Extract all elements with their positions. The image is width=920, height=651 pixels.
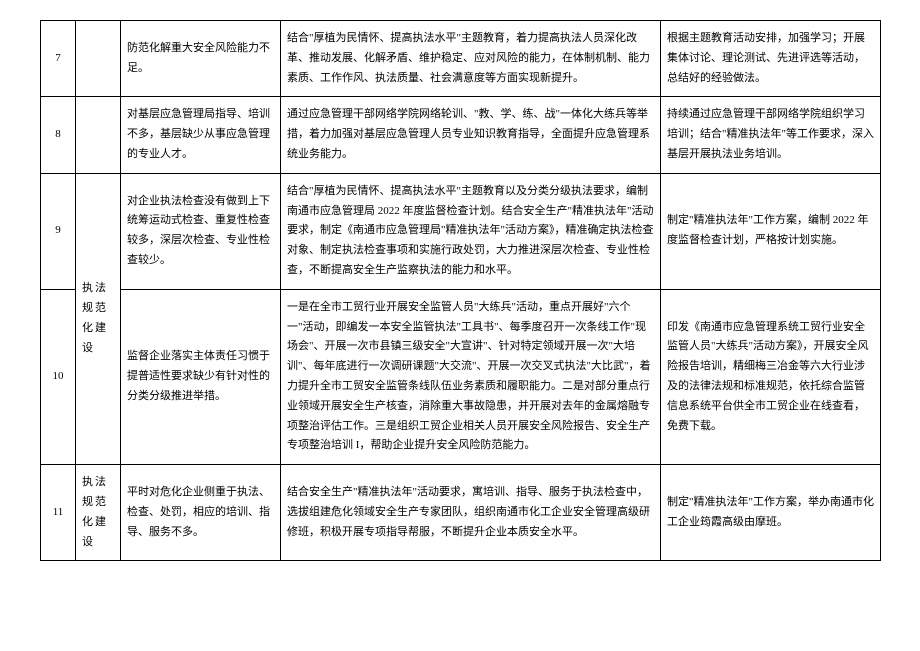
progress-cell: 持续通过应急管理干部网络学院组织学习培训；结合"精准执法年"等工作要求，深入基层… [661, 97, 881, 173]
plan-cell: 一是在全市工贸行业开展安全监管人员"大练兵"活动，重点开展好"六个一"活动，即编… [281, 289, 661, 464]
issue-cell: 监督企业落实主体责任习惯于提普适性要求缺少有针对性的分类分级推进举措。 [121, 289, 281, 464]
row-number: 10 [41, 289, 76, 464]
issue-cell: 平时对危化企业侧重于执法、检查、处罚，相应的培训、指导、服务不多。 [121, 465, 281, 561]
table-row: 10 监督企业落实主体责任习惯于提普适性要求缺少有针对性的分类分级推进举措。一是在… [41, 289, 881, 464]
table-row: 11执法规范化建设平时对危化企业侧重于执法、检查、处罚，相应的培训、指导、服务不… [41, 465, 881, 561]
document-table: 7 防范化解重大安全风险能力不足。结合"厚植为民情怀、提高执法水平"主题教育，着力… [40, 20, 881, 561]
category-cell: 执法规范化建设 [76, 173, 121, 464]
category-cell: 执法规范化建设 [76, 465, 121, 561]
progress-cell: 印发《南通市应急管理系统工贸行业安全监管人员"大练兵"活动方案》，开展安全风险报… [661, 289, 881, 464]
issue-cell: 防范化解重大安全风险能力不足。 [121, 21, 281, 97]
progress-cell: 根据主题教育活动安排，加强学习；开展集体讨论、理论测试、先进评选等活动，总结好的… [661, 21, 881, 97]
plan-cell: 通过应急管理干部网络学院网络轮训、"教、学、练、战"一体化大练兵等举措，着力加强… [281, 97, 661, 173]
plan-cell: 结合"厚植为民情怀、提高执法水平"主题教育，着力提高执法人员深化改革、推动发展、… [281, 21, 661, 97]
table-row: 7 防范化解重大安全风险能力不足。结合"厚植为民情怀、提高执法水平"主题教育，着力… [41, 21, 881, 97]
issue-cell: 对基层应急管理局指导、培训不多，基层缺少从事应急管理的专业人才。 [121, 97, 281, 173]
row-number: 8 [41, 97, 76, 173]
progress-cell: 制定"精准执法年"工作方案，编制 2022 年度监督检查计划，严格按计划实施。 [661, 173, 881, 289]
row-number: 11 [41, 465, 76, 561]
issue-cell: 对企业执法检查没有做到上下统筹运动式检查、重复性检查较多，深层次检查、专业性检查… [121, 173, 281, 289]
row-number: 9 [41, 173, 76, 289]
category-cell [76, 97, 121, 173]
progress-cell: 制定"精准执法年"工作方案，举办南通市化工企业筠霞高级由摩班。 [661, 465, 881, 561]
plan-cell: 结合安全生产"精准执法年"活动要求，寓培训、指导、服务于执法检查中，选拔组建危化… [281, 465, 661, 561]
table-row: 9执法规范化建设对企业执法检查没有做到上下统筹运动式检查、重复性检查较多，深层次… [41, 173, 881, 289]
category-cell [76, 21, 121, 97]
row-number: 7 [41, 21, 76, 97]
plan-cell: 结合"厚植为民情怀、提高执法水平"主题教育以及分类分级执法要求，编制南通市应急管… [281, 173, 661, 289]
table-row: 8 对基层应急管理局指导、培训不多，基层缺少从事应急管理的专业人才。通过应急管理干… [41, 97, 881, 173]
